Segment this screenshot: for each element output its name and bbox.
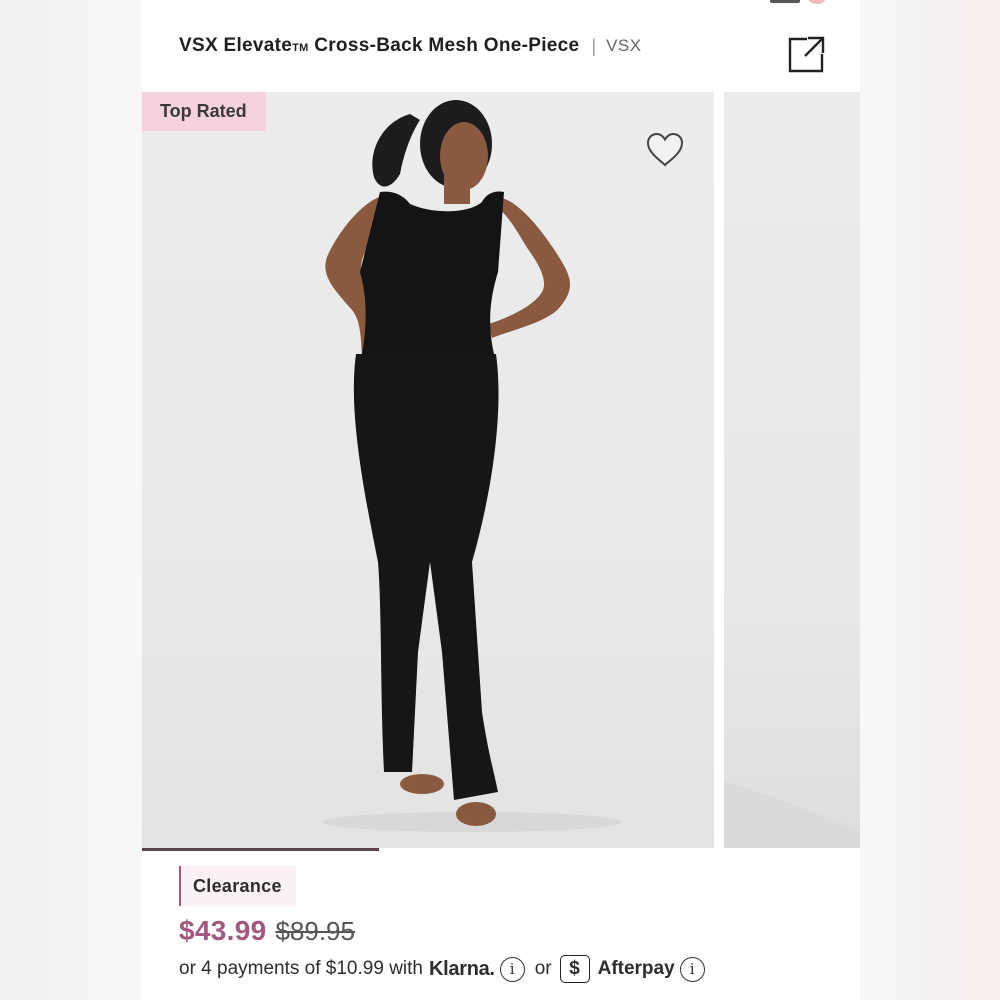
afterpay-logo[interactable]: Afterpay: [598, 958, 675, 980]
next-image-preview: [724, 782, 860, 848]
installments-text: or 4 payments of $10.99 with: [179, 958, 423, 979]
sale-price: $43.99: [179, 915, 267, 946]
product-image-main[interactable]: Top Rated: [142, 92, 714, 848]
klarna-logo[interactable]: Klarna.: [429, 958, 495, 981]
image-gallery[interactable]: Top Rated: [142, 92, 860, 848]
klarna-info-icon[interactable]: i: [499, 956, 525, 982]
model-illustration: [322, 100, 622, 832]
price-row: $43.99 $89.95: [179, 915, 839, 947]
installments-row: or 4 payments of $10.99 with Klarna. i o…: [179, 955, 839, 983]
share-icon[interactable]: [786, 34, 826, 74]
gallery-progress: [142, 848, 860, 851]
trademark: TM: [292, 42, 309, 54]
original-price: $89.95: [275, 916, 355, 946]
gallery-progress-fill: [142, 848, 379, 851]
product-header: VSX ElevateTM Cross-Back Mesh One-Piece …: [142, 0, 860, 92]
product-page: VSX ElevateTM Cross-Back Mesh One-Piece …: [142, 0, 860, 1000]
afterpay-info-icon[interactable]: i: [679, 956, 705, 982]
title-separator: |: [591, 35, 597, 56]
background-right: [860, 0, 1000, 1000]
background-left: [0, 0, 142, 1000]
afterpay-icon[interactable]: $: [559, 955, 590, 983]
heart-icon[interactable]: [645, 132, 685, 168]
brand-label: VSX: [606, 36, 642, 55]
clearance-tag: Clearance: [179, 866, 296, 906]
product-title: VSX ElevateTM Cross-Back Mesh One-Piece: [179, 35, 580, 56]
or-text: or: [534, 958, 552, 979]
pricing-section: Clearance $43.99 $89.95 or 4 payments of…: [179, 866, 839, 983]
top-rated-badge: Top Rated: [142, 92, 266, 131]
product-image-next[interactable]: [724, 92, 860, 848]
